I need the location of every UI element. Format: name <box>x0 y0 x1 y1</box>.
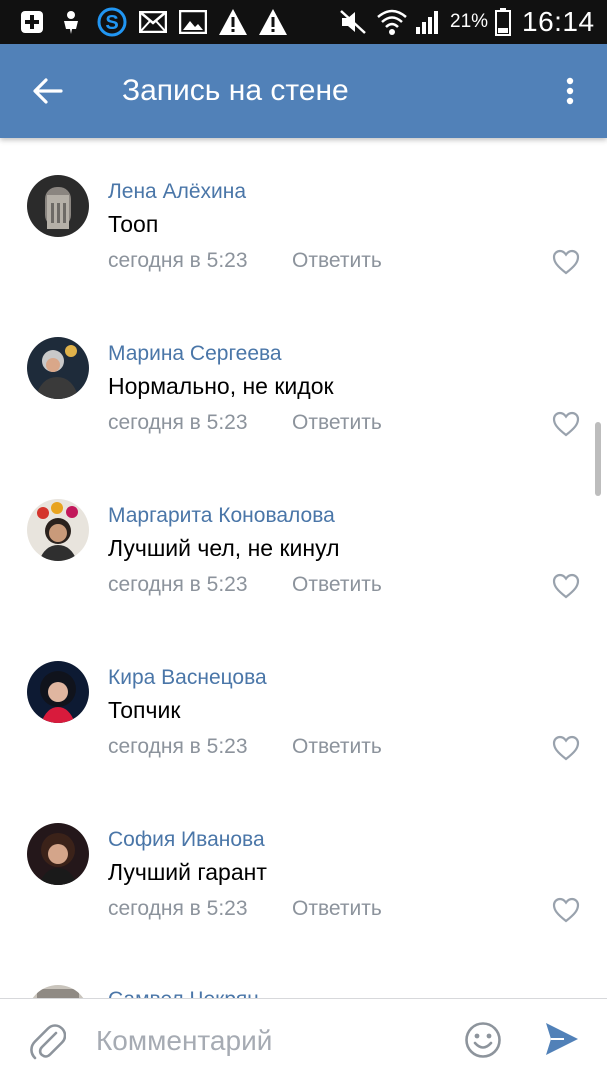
reply-button[interactable]: Ответить <box>292 897 382 921</box>
reply-button[interactable]: Ответить <box>292 411 382 435</box>
wifi-icon <box>376 8 408 36</box>
more-vertical-icon <box>566 77 574 105</box>
avatar[interactable] <box>27 499 89 561</box>
heart-icon[interactable] <box>552 897 580 923</box>
heart-icon[interactable] <box>552 573 580 599</box>
gallery-icon <box>178 8 208 36</box>
status-bar: S 21% 16:14 <box>0 0 607 44</box>
send-icon <box>546 1023 578 1055</box>
attach-button[interactable] <box>26 1019 70 1063</box>
app-toolbar: Запись на стене <box>0 44 607 138</box>
comment-item: Маргарита Коновалова Лучший чел, не кину… <box>0 462 607 624</box>
emoji-button[interactable] <box>462 1019 504 1061</box>
paperclip-icon <box>30 1024 66 1060</box>
comment-author[interactable]: Марина Сергеева <box>108 342 282 366</box>
svg-text:S: S <box>105 12 118 34</box>
comment-time: сегодня в 5:23 <box>108 249 248 272</box>
comment-author[interactable]: Маргарита Коновалова <box>108 504 335 528</box>
comment-input[interactable] <box>96 1019 436 1063</box>
usb-debug-icon <box>58 8 84 36</box>
comment-time: сегодня в 5:23 <box>108 897 248 920</box>
reply-button[interactable]: Ответить <box>292 573 382 597</box>
comment-author[interactable]: Лена Алёхина <box>108 180 246 204</box>
comment-text: Нормально, не кидок <box>108 373 334 399</box>
battery-icon <box>494 8 512 36</box>
back-button[interactable] <box>20 67 76 115</box>
skype-icon: S <box>96 7 128 37</box>
comment-item: Самвел Чекрян <box>0 948 607 998</box>
avatar[interactable] <box>27 337 89 399</box>
comment-author[interactable]: Кира Васнецова <box>108 666 267 690</box>
scrollbar[interactable] <box>595 422 601 496</box>
add-notification-icon <box>18 8 46 36</box>
comment-time: сегодня в 5:23 <box>108 735 248 758</box>
battery-percent: 21% <box>450 11 489 32</box>
clock: 16:14 <box>522 6 595 37</box>
comment-text: Топчик <box>108 697 181 723</box>
comment-item: Марина Сергеева Нормально, не кидок сего… <box>0 300 607 462</box>
page-title: Запись на стене <box>122 74 349 107</box>
send-button[interactable] <box>540 1017 584 1061</box>
avatar[interactable] <box>27 175 89 237</box>
heart-icon[interactable] <box>552 735 580 761</box>
reply-button[interactable]: Ответить <box>292 735 382 759</box>
mail-icon <box>138 8 168 36</box>
arrow-left-icon <box>33 78 63 104</box>
warning-icon <box>258 8 288 36</box>
heart-icon[interactable] <box>552 249 580 275</box>
comment-item: Лена Алёхина Тооп сегодня в 5:23 Ответит… <box>0 138 607 300</box>
more-options-button[interactable] <box>548 67 592 115</box>
smiley-icon <box>465 1022 501 1058</box>
comments-list[interactable]: Лена Алёхина Тооп сегодня в 5:23 Ответит… <box>0 138 607 998</box>
signal-icon <box>414 8 442 36</box>
mute-icon <box>338 8 368 36</box>
comment-time: сегодня в 5:23 <box>108 411 248 434</box>
avatar[interactable] <box>27 823 89 885</box>
avatar[interactable] <box>27 985 89 998</box>
comment-time: сегодня в 5:23 <box>108 573 248 596</box>
comment-item: София Иванова Лучший гарант сегодня в 5:… <box>0 786 607 948</box>
comment-author[interactable]: Самвел Чекрян <box>108 988 259 998</box>
comment-author[interactable]: София Иванова <box>108 828 265 852</box>
reply-button[interactable]: Ответить <box>292 249 382 273</box>
comment-text: Лучший чел, не кинул <box>108 535 340 561</box>
comment-item: Кира Васнецова Топчик сегодня в 5:23 Отв… <box>0 624 607 786</box>
warning-icon <box>218 8 248 36</box>
comment-text: Тооп <box>108 211 159 237</box>
avatar[interactable] <box>27 661 89 723</box>
heart-icon[interactable] <box>552 411 580 437</box>
comment-input-bar <box>0 998 607 1080</box>
comment-text: Лучший гарант <box>108 859 267 885</box>
